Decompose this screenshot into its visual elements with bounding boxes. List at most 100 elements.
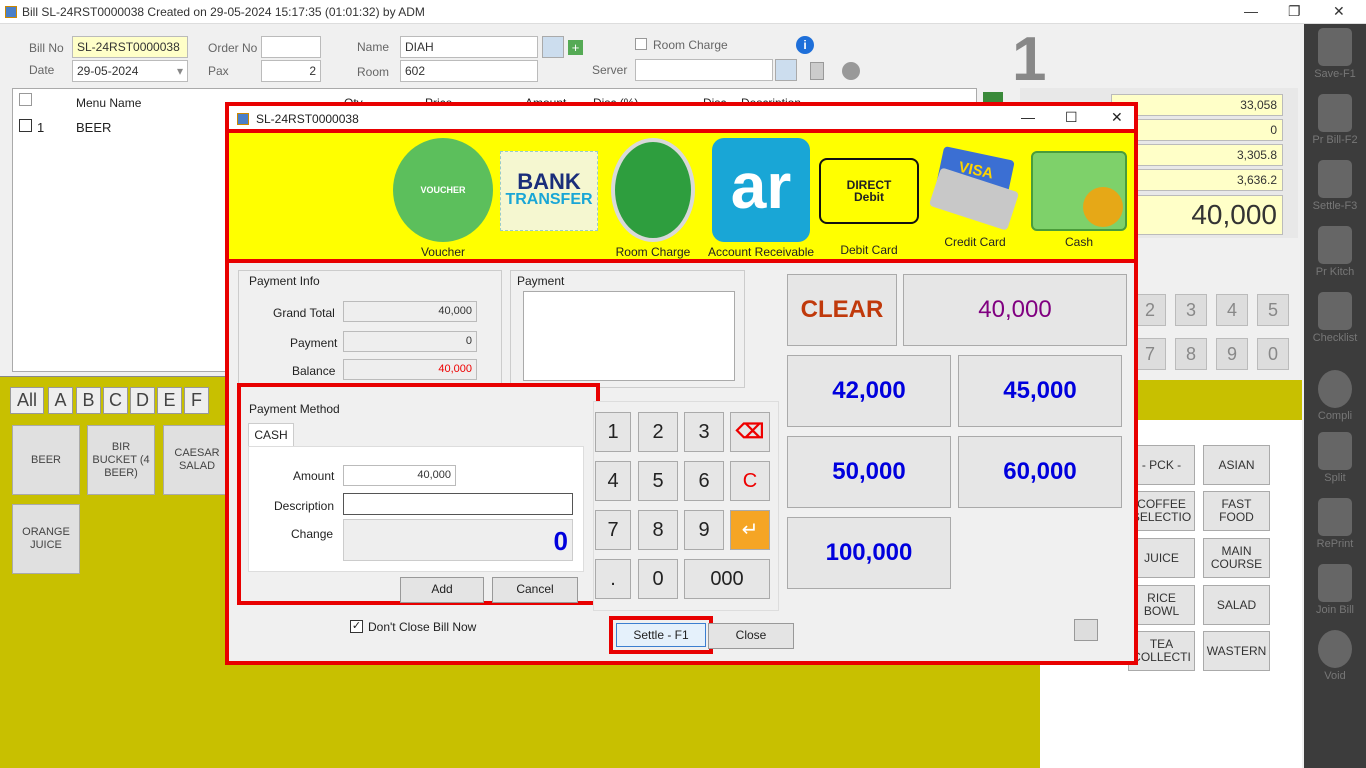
key-9[interactable]: 9 xyxy=(684,510,724,550)
row-menu-name[interactable]: BEER xyxy=(76,120,111,135)
payment-type-room-charge[interactable]: Room Charge xyxy=(603,138,703,259)
menu-item-beer[interactable]: BEER xyxy=(12,425,80,495)
checklist-button[interactable]: Checklist xyxy=(1304,292,1366,344)
category-tea[interactable]: TEA COLLECTI xyxy=(1128,631,1195,671)
restore-icon[interactable]: ❐ xyxy=(1288,3,1301,20)
name-field[interactable]: DIAH xyxy=(400,36,538,58)
cancel-button[interactable]: Cancel xyxy=(492,577,578,603)
server-search-icon[interactable] xyxy=(775,59,797,81)
key-3[interactable]: 3 xyxy=(684,412,724,452)
category-coffee[interactable]: COFFEE SELECTIO xyxy=(1128,491,1195,531)
column-header-menu-name[interactable]: Menu Name xyxy=(76,96,141,110)
minimize-icon[interactable]: — xyxy=(1244,3,1258,19)
clear-button[interactable]: CLEAR xyxy=(787,274,897,346)
letter-e[interactable]: E xyxy=(157,387,182,414)
calendar-icon[interactable]: ▾ xyxy=(177,64,183,78)
letter-all[interactable]: All xyxy=(10,387,44,414)
server-field[interactable] xyxy=(635,59,773,81)
category-main-course[interactable]: MAIN COURSE xyxy=(1203,538,1270,578)
payment-type-debit-card[interactable]: DIRECT Debit Debit Card xyxy=(817,158,921,257)
payment-type-credit-card[interactable]: VISA Credit Card xyxy=(923,145,1027,249)
select-all-checkbox[interactable] xyxy=(19,93,32,106)
category-salad[interactable]: SALAD xyxy=(1203,585,1270,625)
category-pck[interactable]: - PCK - xyxy=(1128,445,1195,485)
add-button[interactable]: Add xyxy=(400,577,484,603)
dialog-close-icon[interactable]: ✕ xyxy=(1111,109,1123,126)
menu-item-orange-juice[interactable]: ORANGE JUICE xyxy=(12,504,80,574)
quick-amount-42000[interactable]: 42,000 xyxy=(787,355,951,427)
join-bill-button[interactable]: Join Bill xyxy=(1304,564,1366,616)
pax-field[interactable]: 2 xyxy=(261,60,321,82)
menu-item-bir-bucket[interactable]: BIR BUCKET (4 BEER) xyxy=(87,425,155,495)
payment-type-account-receivable[interactable]: ar Account Receivable xyxy=(705,138,817,259)
key-5[interactable]: 5 xyxy=(638,461,678,501)
waiter-icon[interactable] xyxy=(842,62,860,80)
bg-key[interactable]: 4 xyxy=(1216,294,1248,326)
key-0[interactable]: 0 xyxy=(638,559,678,599)
key-000[interactable]: 000 xyxy=(684,559,770,599)
key-clear[interactable]: C xyxy=(730,461,770,501)
category-rice-bowl[interactable]: RICE BOWL xyxy=(1128,585,1195,625)
info-icon[interactable]: i xyxy=(796,36,814,54)
compliment-button[interactable]: Compli xyxy=(1304,370,1366,422)
clipboard-icon[interactable] xyxy=(810,62,824,80)
category-wastern[interactable]: WASTERN xyxy=(1203,631,1270,671)
key-4[interactable]: 4 xyxy=(595,461,631,501)
letter-f[interactable]: F xyxy=(184,387,209,414)
quick-amount-50000[interactable]: 50,000 xyxy=(787,436,951,508)
add-guest-icon[interactable]: + xyxy=(568,40,583,55)
bg-key[interactable]: 5 xyxy=(1257,294,1289,326)
letter-b[interactable]: B xyxy=(76,387,101,414)
payment-type-cash[interactable]: Cash xyxy=(1027,151,1131,249)
letter-a[interactable]: A xyxy=(48,387,73,414)
key-2[interactable]: 2 xyxy=(638,412,678,452)
key-6[interactable]: 6 xyxy=(684,461,724,501)
close-icon[interactable]: ✕ xyxy=(1333,3,1345,20)
dont-close-checkbox[interactable]: ✓ xyxy=(350,620,363,633)
category-asian[interactable]: ASIAN xyxy=(1203,445,1270,485)
category-fast-food[interactable]: FAST FOOD xyxy=(1203,491,1270,531)
save-button[interactable]: Save-F1 xyxy=(1304,28,1366,80)
date-field[interactable]: 29-05-2024 ▾ xyxy=(72,60,188,82)
bg-key[interactable]: 0 xyxy=(1257,338,1289,370)
payment-type-bank-transfer[interactable]: BANK TRANSFER xyxy=(499,151,599,231)
backspace-icon[interactable]: ⌫ xyxy=(730,412,770,452)
room-field[interactable]: 602 xyxy=(400,60,538,82)
bg-key[interactable]: 8 xyxy=(1175,338,1207,370)
void-button[interactable]: Void xyxy=(1304,630,1366,682)
print-bill-button[interactable]: Pr Bill-F2 xyxy=(1304,94,1366,146)
payment-type-voucher[interactable]: VOUCHER Voucher xyxy=(389,138,497,259)
quick-amount-100000[interactable]: 100,000 xyxy=(787,517,951,589)
dialog-maximize-icon[interactable]: ☐ xyxy=(1065,109,1078,126)
print-kitchen-button[interactable]: Pr Kitch xyxy=(1304,226,1366,278)
key-7[interactable]: 7 xyxy=(595,510,631,550)
letter-c[interactable]: C xyxy=(103,387,128,414)
exact-amount-button[interactable]: 40,000 xyxy=(903,274,1127,346)
enter-icon[interactable]: ↵ xyxy=(730,510,770,550)
close-button[interactable]: Close xyxy=(708,623,794,649)
settle-button[interactable]: Settle - F1 xyxy=(616,623,706,647)
quick-amount-60000[interactable]: 60,000 xyxy=(958,436,1122,508)
bg-key[interactable]: 9 xyxy=(1216,338,1248,370)
order-no-field[interactable] xyxy=(261,36,321,58)
room-charge-checkbox[interactable] xyxy=(635,38,647,50)
menu-item-caesar-salad[interactable]: CAESAR SALAD xyxy=(163,425,231,495)
amount-field[interactable]: 40,000 xyxy=(343,465,456,486)
cash-drawer-icon[interactable] xyxy=(1074,619,1098,641)
split-button[interactable]: Split xyxy=(1304,432,1366,484)
settle-button[interactable]: Settle-F3 xyxy=(1304,160,1366,212)
row-checkbox[interactable] xyxy=(19,119,32,132)
reprint-button[interactable]: RePrint xyxy=(1304,498,1366,550)
category-juice[interactable]: JUICE xyxy=(1128,538,1195,578)
quick-amount-45000[interactable]: 45,000 xyxy=(958,355,1122,427)
bg-key[interactable]: 2 xyxy=(1134,294,1166,326)
letter-d[interactable]: D xyxy=(130,387,155,414)
description-field[interactable] xyxy=(343,493,573,515)
dialog-minimize-icon[interactable]: — xyxy=(1021,109,1035,125)
tab-cash[interactable]: CASH xyxy=(248,423,294,447)
bg-key[interactable]: 7 xyxy=(1134,338,1166,370)
key-1[interactable]: 1 xyxy=(595,412,631,452)
bg-key[interactable]: 3 xyxy=(1175,294,1207,326)
key-dot[interactable]: . xyxy=(595,559,631,599)
key-8[interactable]: 8 xyxy=(638,510,678,550)
